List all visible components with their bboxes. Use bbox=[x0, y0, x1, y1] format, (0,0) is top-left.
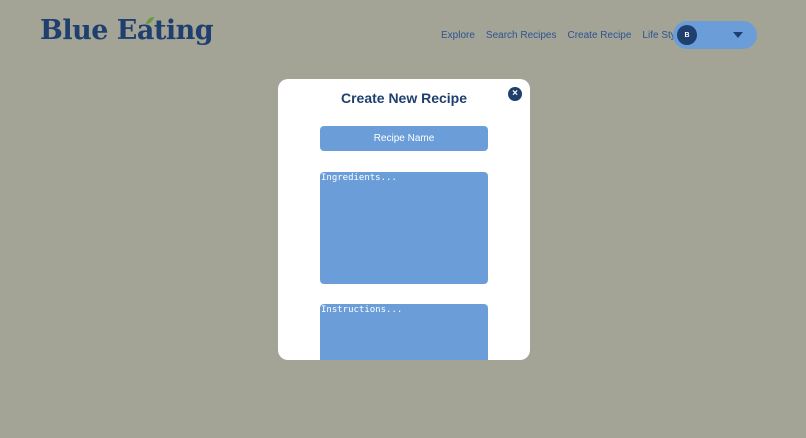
avatar: B bbox=[677, 25, 697, 45]
page: Blue Eating Explore Search Recipes Creat… bbox=[0, 0, 806, 438]
create-recipe-modal: Create New Recipe × bbox=[278, 79, 530, 360]
recipe-name-input[interactable] bbox=[320, 126, 488, 151]
modal-title: Create New Recipe bbox=[340, 90, 468, 106]
nav-create-recipe[interactable]: Create Recipe bbox=[568, 30, 632, 41]
nav-explore[interactable]: Explore bbox=[441, 30, 475, 41]
main-nav: Explore Search Recipes Create Recipe Lif… bbox=[441, 21, 695, 49]
nav-search-recipes[interactable]: Search Recipes bbox=[486, 30, 557, 41]
close-icon[interactable]: × bbox=[508, 87, 522, 101]
instructions-textarea[interactable] bbox=[320, 304, 488, 360]
leaf-icon bbox=[146, 17, 154, 24]
profile-dropdown[interactable]: B bbox=[673, 21, 757, 49]
ingredients-textarea[interactable] bbox=[320, 172, 488, 284]
logo-text: Blue Eating bbox=[40, 15, 214, 46]
logo[interactable]: Blue Eating bbox=[40, 15, 214, 46]
chevron-down-icon bbox=[733, 32, 743, 38]
